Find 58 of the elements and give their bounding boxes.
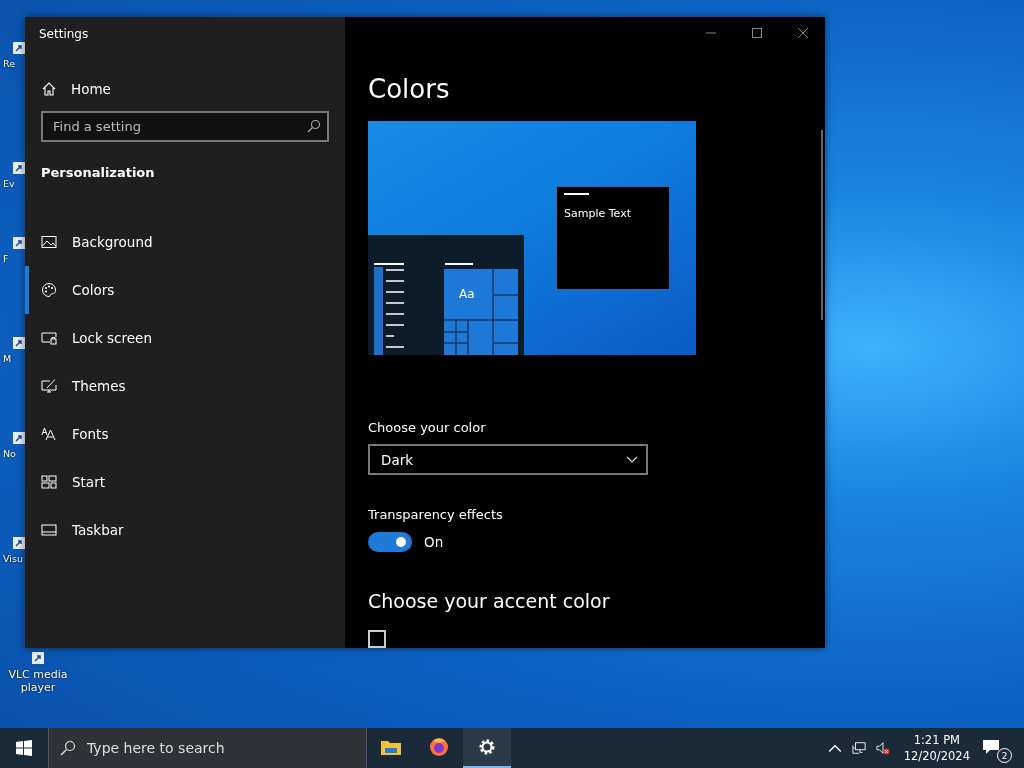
desktop-icon-label[interactable]: Visu [3, 553, 23, 564]
taskbar-app[interactable] [463, 728, 511, 768]
desktop-icon-label[interactable]: F [3, 253, 9, 264]
taskbar-search-field[interactable]: Type here to search [48, 728, 367, 768]
field-label: Choose your color [368, 420, 486, 435]
close-icon[interactable] [797, 27, 809, 39]
picture-icon [41, 234, 57, 250]
shortcut-icon[interactable] [13, 537, 25, 549]
color-dropdown[interactable]: Dark [368, 444, 648, 475]
tile-text: Aa [459, 287, 475, 301]
home-icon [41, 81, 57, 97]
search-icon [307, 119, 321, 133]
nav-item[interactable]: Themes [25, 362, 329, 410]
nav-item[interactable]: Fonts [25, 410, 329, 458]
section-heading: Choose your accent color [368, 590, 610, 612]
section-heading: Personalization [41, 165, 156, 180]
checkbox[interactable] [368, 630, 386, 648]
browser-icon [429, 737, 449, 757]
lock-screen-icon [41, 330, 57, 346]
page-title: Colors [368, 73, 450, 105]
nav-item[interactable]: Colors [25, 266, 329, 314]
shortcut-icon[interactable] [13, 337, 25, 349]
nav-item[interactable]: Taskbar [25, 506, 329, 554]
search-icon [60, 740, 76, 756]
gear-icon [477, 737, 497, 757]
desktop-icon-label[interactable]: Re [3, 58, 16, 69]
desktop-icon-label[interactable]: M [3, 353, 12, 364]
window-title: Settings [39, 27, 90, 41]
taskbar-icon [41, 522, 57, 538]
desktop-icon-label[interactable]: No [3, 448, 16, 459]
shortcut-icon[interactable] [32, 652, 44, 664]
shortcut-icon[interactable] [13, 432, 25, 444]
notification-badge: 2 [997, 748, 1012, 763]
home-link[interactable]: Home [41, 79, 329, 99]
monitor-pen-icon [41, 378, 57, 394]
sample-text: Sample Text [564, 207, 632, 220]
shortcut-icon[interactable] [13, 162, 25, 174]
windows-start-icon[interactable] [16, 740, 32, 756]
toggle-switch[interactable] [368, 532, 412, 552]
field-label: Transparency effects [368, 507, 503, 522]
network-icon[interactable] [851, 741, 866, 755]
fonts-icon [41, 426, 57, 442]
desktop-icon-label[interactable]: VLC media player [8, 668, 68, 694]
shortcut-icon[interactable] [13, 237, 25, 249]
maximize-icon[interactable] [751, 27, 763, 39]
nav-item[interactable]: Lock screen [25, 314, 329, 362]
palette-icon [41, 282, 57, 298]
nav-item[interactable]: Start [25, 458, 329, 506]
shortcut-icon[interactable] [13, 42, 25, 54]
search-field[interactable]: Find a setting [41, 111, 329, 142]
desktop-icon-label[interactable]: Ev [3, 178, 15, 189]
start-tiles-icon [41, 474, 57, 490]
speaker-muted-icon[interactable] [875, 741, 890, 755]
notification-icon[interactable] [982, 739, 1000, 755]
nav-item[interactable]: Background [25, 218, 329, 266]
clock[interactable]: 1:21 PM 12/20/2024 [903, 732, 970, 764]
chevron-down-icon [626, 455, 638, 464]
toggle-state: On [424, 534, 444, 550]
